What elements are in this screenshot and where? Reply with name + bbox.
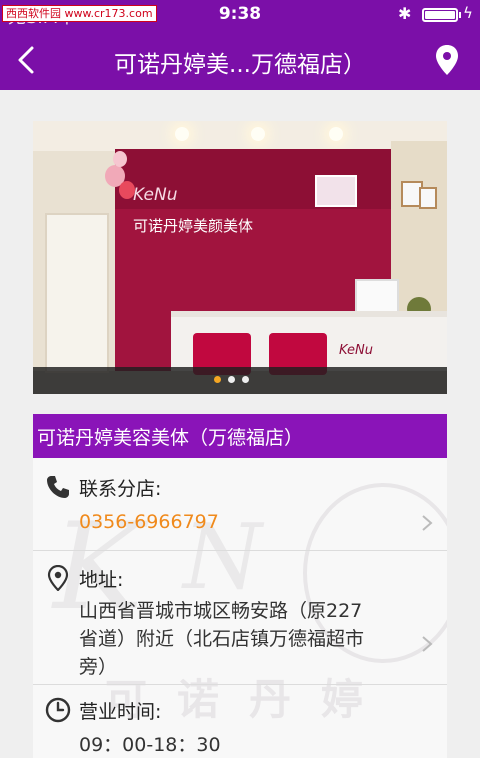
photo-balloon xyxy=(113,151,127,167)
photo-light xyxy=(329,127,343,141)
carousel-indicator-bar xyxy=(33,367,447,394)
chevron-right-icon xyxy=(422,636,433,652)
hours-row: 营业时间: 09：00-18：30 xyxy=(33,685,447,758)
wall-logo: KeNu xyxy=(133,185,178,205)
battery-cap xyxy=(459,12,461,18)
map-pin-icon[interactable] xyxy=(434,44,460,76)
hours-value: 09：00-18：30 xyxy=(79,734,221,756)
store-info-card: K N 可诺丹婷 联系分店: 0356-6966797 地址: 山西省晋城市城区… xyxy=(33,458,447,758)
carousel-dot[interactable] xyxy=(242,376,249,383)
store-name: 可诺丹婷美容美体（万德福店） xyxy=(37,427,304,449)
phone-icon xyxy=(47,476,69,498)
address-line-1: 山西省晋城市城区畅安路（原227 xyxy=(79,600,363,622)
photo-light xyxy=(175,127,189,141)
page-title: 可诺丹婷美...万德福店） xyxy=(114,52,366,78)
clock-icon xyxy=(45,697,71,723)
wall-sign-text: 可诺丹婷美颜美体 xyxy=(133,217,254,235)
chevron-left-icon[interactable] xyxy=(12,44,42,76)
location-icon xyxy=(47,565,69,591)
battery-icon xyxy=(422,8,458,22)
photo-certificate xyxy=(419,187,437,209)
charging-icon: ϟ xyxy=(463,4,473,22)
photo-poster xyxy=(315,175,357,207)
address-line-3: 旁） xyxy=(79,656,118,678)
store-name-bar: 可诺丹婷美容美体（万德福店） xyxy=(33,414,447,458)
nav-bar: 可诺丹婷美...万德福店） xyxy=(0,30,480,90)
carousel-dot[interactable] xyxy=(228,376,235,383)
address-line-2: 省道）附近（北石店镇万德福超市 xyxy=(79,628,365,650)
hours-label: 营业时间: xyxy=(79,701,162,723)
photo-light xyxy=(251,127,265,141)
phone-number[interactable]: 0356-6966797 xyxy=(79,508,219,537)
bluetooth-icon: ✱ xyxy=(398,4,412,23)
chevron-right-icon xyxy=(422,515,433,531)
contact-label: 联系分店: xyxy=(79,478,162,500)
carousel-dot[interactable] xyxy=(214,376,221,383)
counter-logo: KeNu xyxy=(339,343,374,358)
photo-door xyxy=(45,213,109,373)
address-label: 地址: xyxy=(79,569,124,591)
contact-row[interactable]: 联系分店: 0356-6966797 xyxy=(33,458,447,550)
store-photo-carousel[interactable]: KeNu 可诺丹婷美颜美体 KeNu xyxy=(33,121,447,394)
address-row[interactable]: 地址: 山西省晋城市城区畅安路（原227 省道）附近（北石店镇万德福超市 旁） xyxy=(33,551,447,684)
status-bar: 无SIM卡 西西软件园 www.cr173.com 9:38 ✱ ϟ xyxy=(0,0,480,30)
photo-monitor xyxy=(355,279,399,313)
